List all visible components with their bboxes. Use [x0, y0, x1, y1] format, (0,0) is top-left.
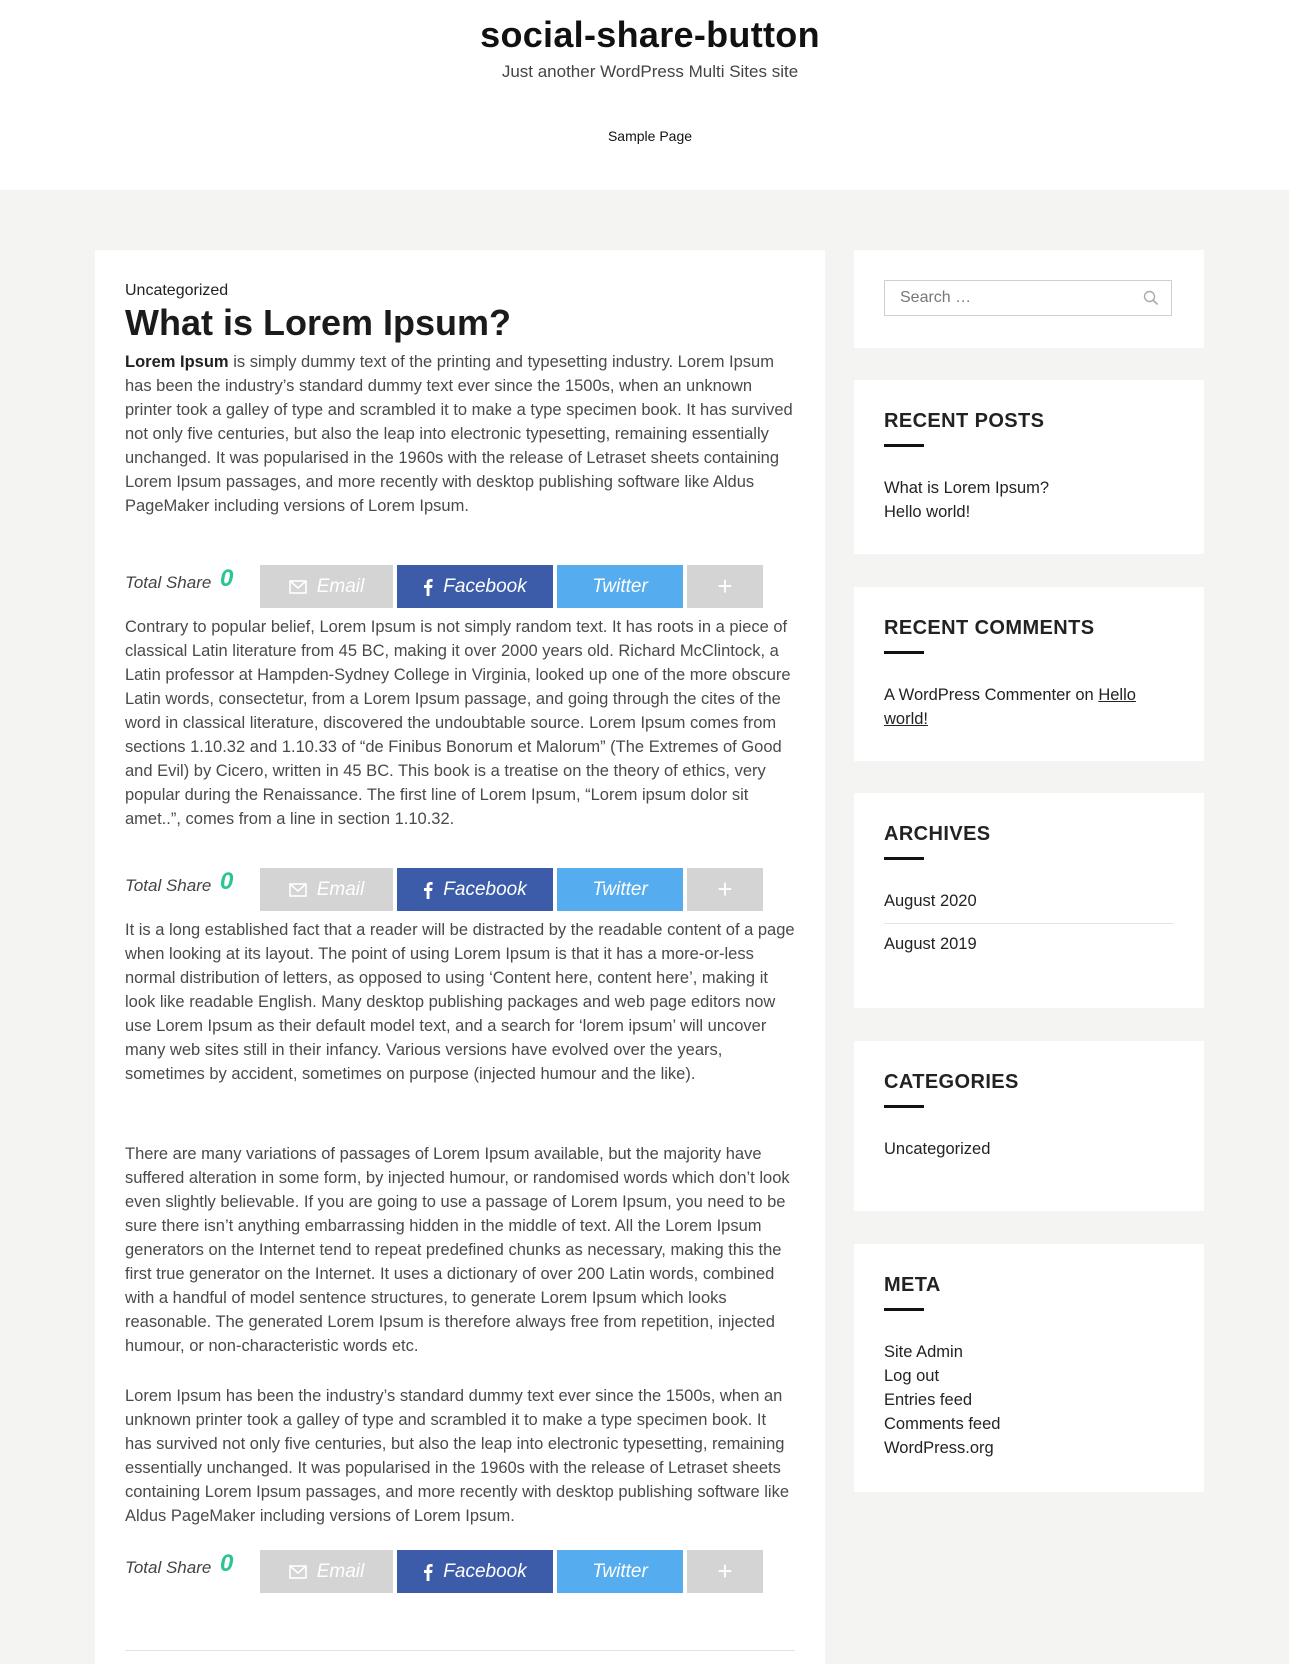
recent-post-link[interactable]: What is Lorem Ipsum?: [884, 476, 1174, 500]
more-share-button[interactable]: +: [687, 868, 763, 911]
category-link[interactable]: Uncategorized: [884, 1137, 1174, 1161]
email-share-button[interactable]: Email: [260, 1550, 393, 1593]
meta-link-comments-feed[interactable]: Comments feed: [884, 1412, 1174, 1436]
twitter-share-label: Twitter: [592, 1560, 648, 1582]
facebook-share-label: Facebook: [443, 575, 527, 597]
recent-posts-widget: RECENT POSTS What is Lorem Ipsum? Hello …: [854, 380, 1204, 554]
facebook-share-button[interactable]: Facebook: [397, 868, 553, 911]
recent-post-link[interactable]: Hello world!: [884, 500, 1174, 524]
facebook-icon: [424, 881, 433, 899]
recent-comments-list: A WordPress Commenter on Hello world!: [884, 683, 1174, 731]
widget-title: RECENT POSTS: [884, 410, 1045, 432]
post-paragraph: Lorem Ipsum has been the industry’s stan…: [125, 1387, 790, 1525]
facebook-icon: [424, 578, 433, 596]
twitter-share-button[interactable]: Twitter: [557, 1550, 683, 1593]
meta-link-site-admin[interactable]: Site Admin: [884, 1340, 1174, 1364]
email-share-label: Email: [316, 575, 365, 597]
total-share-label: Total Share: [125, 876, 212, 895]
total-share-label: Total Share: [125, 1558, 212, 1577]
post-category[interactable]: Uncategorized: [125, 282, 228, 300]
widget-title: ARCHIVES: [884, 823, 991, 845]
nav-item-sample-page[interactable]: Sample Page: [0, 128, 1289, 144]
post-paragraph: There are many variations of passages of…: [125, 1145, 790, 1355]
more-share-button[interactable]: +: [687, 565, 763, 608]
plus-icon: +: [717, 571, 733, 601]
email-share-button[interactable]: Email: [260, 565, 393, 608]
meta-widget: META Site Admin Log out Entries feed Com…: [854, 1244, 1204, 1492]
title-underline: [884, 1308, 924, 1311]
archive-link[interactable]: August 2019: [884, 924, 1174, 966]
meta-list: Site Admin Log out Entries feed Comments…: [884, 1340, 1174, 1460]
plus-icon: +: [717, 874, 733, 904]
search-box: [884, 280, 1172, 316]
total-share-count: 0: [220, 565, 234, 592]
post-paragraph: Lorem Ipsum is simply dummy text of the …: [125, 350, 797, 518]
site-tagline: Just another WordPress Multi Sites site: [501, 62, 799, 81]
total-share-count: 0: [220, 868, 234, 895]
email-share-button[interactable]: Email: [260, 868, 393, 911]
search-widget: [854, 250, 1204, 348]
widget-title: RECENT COMMENTS: [884, 617, 1095, 639]
meta-link-entries-feed[interactable]: Entries feed: [884, 1388, 1174, 1412]
comment-on-text: on: [1075, 686, 1094, 704]
twitter-share-button[interactable]: Twitter: [557, 868, 683, 911]
envelope-icon: [288, 579, 307, 594]
paragraph-text: is simply dummy text of the printing and…: [125, 353, 793, 515]
share-bar: Total Share 0 Email Facebook Twitter +: [125, 868, 765, 911]
post-title: What is Lorem Ipsum?: [125, 302, 512, 343]
search-input[interactable]: [885, 281, 1135, 315]
recent-posts-list: What is Lorem Ipsum? Hello world!: [884, 476, 1174, 524]
share-bar: Total Share 0 Email Facebook Twitter +: [125, 565, 765, 608]
recent-comment: A WordPress Commenter on Hello world!: [884, 683, 1174, 731]
more-share-button[interactable]: +: [687, 1550, 763, 1593]
post-card: Uncategorized What is Lorem Ipsum? Lorem…: [95, 250, 825, 1664]
recent-comments-widget: RECENT COMMENTS A WordPress Commenter on…: [854, 587, 1204, 761]
categories-list: Uncategorized: [884, 1137, 1174, 1161]
archives-list: August 2020 August 2019: [884, 881, 1174, 966]
facebook-icon: [424, 1563, 433, 1581]
total-share-label: Total Share: [125, 573, 212, 592]
envelope-icon: [288, 1564, 307, 1579]
title-underline: [884, 651, 924, 654]
search-icon[interactable]: [1143, 290, 1159, 306]
archive-link[interactable]: August 2020: [884, 881, 1174, 924]
categories-widget: CATEGORIES Uncategorized: [854, 1041, 1204, 1211]
meta-link-wordpress-org[interactable]: WordPress.org: [884, 1436, 1174, 1460]
plus-icon: +: [717, 1556, 733, 1586]
post-divider: [125, 1650, 795, 1651]
archives-widget: ARCHIVES August 2020 August 2019: [854, 793, 1204, 1008]
title-underline: [884, 857, 924, 860]
share-bar: Total Share 0 Email Facebook Twitter +: [125, 1550, 765, 1593]
widget-title: CATEGORIES: [884, 1071, 1019, 1093]
total-share-count: 0: [220, 1550, 234, 1577]
post-paragraph: It is a long established fact that a rea…: [125, 921, 795, 1083]
email-share-label: Email: [316, 1560, 365, 1582]
twitter-share-label: Twitter: [592, 575, 648, 597]
facebook-share-button[interactable]: Facebook: [397, 1550, 553, 1593]
paragraph-lead: Lorem Ipsum: [125, 353, 229, 371]
site-header: social-share-button Just another WordPre…: [0, 0, 1289, 190]
facebook-share-button[interactable]: Facebook: [397, 565, 553, 608]
meta-link-log-out[interactable]: Log out: [884, 1364, 1174, 1388]
twitter-share-button[interactable]: Twitter: [557, 565, 683, 608]
title-underline: [884, 444, 924, 447]
post-paragraph: Contrary to popular belief, Lorem Ipsum …: [125, 618, 791, 828]
facebook-share-label: Facebook: [443, 1560, 527, 1582]
facebook-share-label: Facebook: [443, 878, 527, 900]
widget-title: META: [884, 1274, 941, 1296]
envelope-icon: [288, 882, 307, 897]
twitter-share-label: Twitter: [592, 878, 648, 900]
title-underline: [884, 1105, 924, 1108]
site-title[interactable]: social-share-button: [0, 14, 1289, 56]
comment-author: A WordPress Commenter: [884, 686, 1071, 704]
email-share-label: Email: [316, 878, 365, 900]
